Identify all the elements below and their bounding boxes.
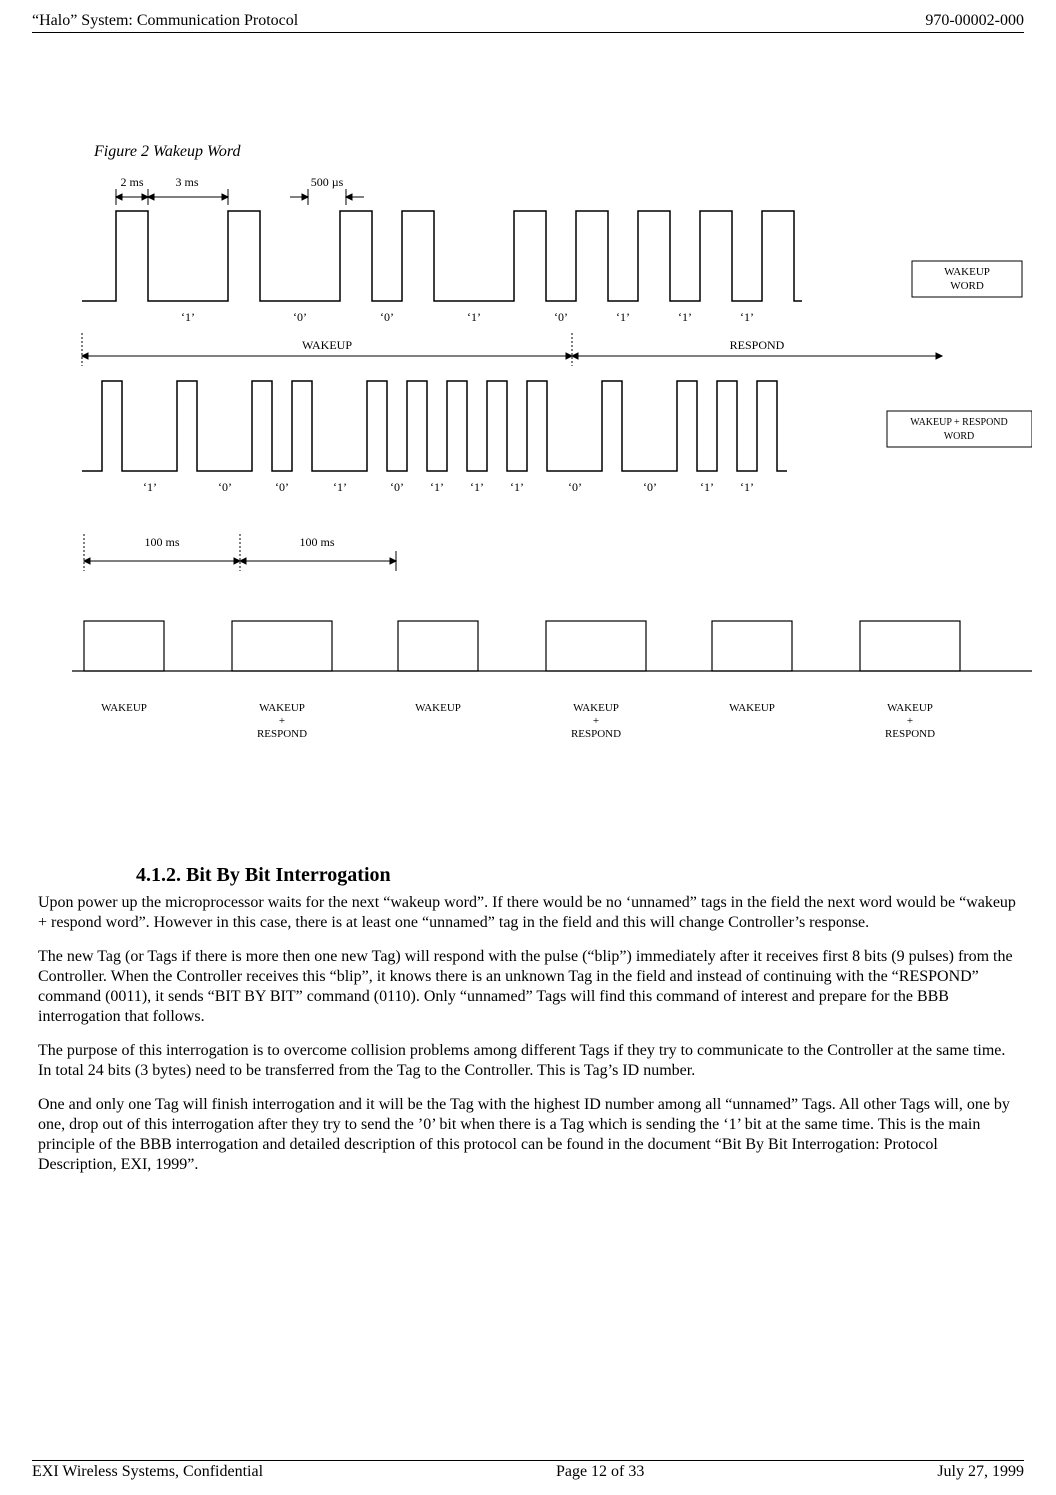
svg-text:+: + xyxy=(279,715,285,727)
footer-rule xyxy=(32,1460,1024,1461)
header-rule xyxy=(32,32,1024,33)
paragraph-2: The new Tag (or Tags if there is more th… xyxy=(38,947,1018,1027)
svg-text:‘0’: ‘0’ xyxy=(643,480,657,494)
svg-text:‘0’: ‘0’ xyxy=(275,480,289,494)
svg-text:‘1’: ‘1’ xyxy=(678,310,692,324)
svg-text:+: + xyxy=(593,715,599,727)
page-footer: EXI Wireless Systems, Confidential Page … xyxy=(32,1458,1024,1481)
bitlabels-row1: ‘1’ ‘0’ ‘0’ ‘1’ ‘0’ ‘1’ ‘1’ ‘1’ xyxy=(181,310,754,324)
svg-text:‘1’: ‘1’ xyxy=(510,480,524,494)
footer-right: July 27, 1999 xyxy=(937,1463,1024,1481)
paragraph-3: The purpose of this interrogation is to … xyxy=(38,1041,1018,1081)
svg-text:WAKEUP: WAKEUP xyxy=(729,702,775,714)
span-arrows xyxy=(82,333,942,366)
waveform-row2 xyxy=(82,381,787,471)
svg-text:‘0’: ‘0’ xyxy=(293,310,307,324)
svg-text:‘1’: ‘1’ xyxy=(333,480,347,494)
paragraph-1: Upon power up the microprocessor waits f… xyxy=(38,893,1018,933)
svg-text:‘1’: ‘1’ xyxy=(470,480,484,494)
timing-500us: 500 µs xyxy=(311,175,344,189)
waveform-row1 xyxy=(82,211,802,301)
svg-text:WAKEUP: WAKEUP xyxy=(573,702,619,714)
svg-text:+: + xyxy=(907,715,913,727)
svg-text:WAKEUP: WAKEUP xyxy=(101,702,147,714)
timing-2ms: 2 ms xyxy=(120,175,143,189)
svg-text:‘1’: ‘1’ xyxy=(740,480,754,494)
svg-text:WAKEUP: WAKEUP xyxy=(259,702,305,714)
svg-text:‘0’: ‘0’ xyxy=(380,310,394,324)
row3-blocks xyxy=(84,621,960,671)
footer-left: EXI Wireless Systems, Confidential xyxy=(32,1463,263,1481)
section-heading: 4.1.2. Bit By Bit Interrogation xyxy=(136,864,1024,887)
svg-text:WAKEUP: WAKEUP xyxy=(887,702,933,714)
svg-text:‘0’: ‘0’ xyxy=(218,480,232,494)
span-label-respond: RESPOND xyxy=(730,338,785,352)
bitlabels-row2: ‘1’ ‘0’ ‘0’ ‘1’ ‘0’ ‘1’ ‘1’ ‘1’ ‘0’ ‘0’ … xyxy=(143,480,754,494)
label-wakeup-word-l2: WORD xyxy=(950,280,984,292)
svg-text:‘1’: ‘1’ xyxy=(616,310,630,324)
page: “Halo” System: Communication Protocol 97… xyxy=(0,0,1056,1495)
figure-wakeup-word: 2 ms 3 ms 500 µs xyxy=(72,171,1024,806)
dimension-arrows-row1 xyxy=(116,189,364,205)
timing-100ms-b: 100 ms xyxy=(299,535,334,549)
label-wakeup-word-l1: WAKEUP xyxy=(944,266,990,278)
svg-text:‘0’: ‘0’ xyxy=(554,310,568,324)
svg-text:‘1’: ‘1’ xyxy=(740,310,754,324)
svg-text:‘1’: ‘1’ xyxy=(467,310,481,324)
timing-3ms: 3 ms xyxy=(175,175,198,189)
svg-text:‘1’: ‘1’ xyxy=(430,480,444,494)
svg-text:RESPOND: RESPOND xyxy=(885,728,935,740)
row3-labels: WAKEUP WAKEUP + RESPOND WAKEUP WAKEUP + … xyxy=(101,702,935,740)
label-wr-word-l2: WORD xyxy=(944,431,975,442)
svg-text:‘1’: ‘1’ xyxy=(181,310,195,324)
header-right: 970-00002-000 xyxy=(925,12,1024,30)
timing-100ms-a: 100 ms xyxy=(144,535,179,549)
header-left: “Halo” System: Communication Protocol xyxy=(32,12,298,30)
page-header: “Halo” System: Communication Protocol 97… xyxy=(32,12,1024,30)
label-wr-word-l1: WAKEUP + RESPOND xyxy=(910,417,1008,428)
svg-text:WAKEUP: WAKEUP xyxy=(415,702,461,714)
svg-text:‘1’: ‘1’ xyxy=(700,480,714,494)
figure-caption: Figure 2 Wakeup Word xyxy=(94,143,1024,161)
dimension-arrows-row3 xyxy=(84,534,396,571)
figure-svg: 2 ms 3 ms 500 µs xyxy=(72,171,1032,801)
svg-text:RESPOND: RESPOND xyxy=(571,728,621,740)
svg-text:‘1’: ‘1’ xyxy=(143,480,157,494)
svg-text:‘0’: ‘0’ xyxy=(390,480,404,494)
svg-text:‘0’: ‘0’ xyxy=(568,480,582,494)
span-label-wakeup: WAKEUP xyxy=(302,338,352,352)
footer-center: Page 12 of 33 xyxy=(556,1463,644,1481)
svg-text:RESPOND: RESPOND xyxy=(257,728,307,740)
paragraph-4: One and only one Tag will finish interro… xyxy=(38,1095,1018,1175)
